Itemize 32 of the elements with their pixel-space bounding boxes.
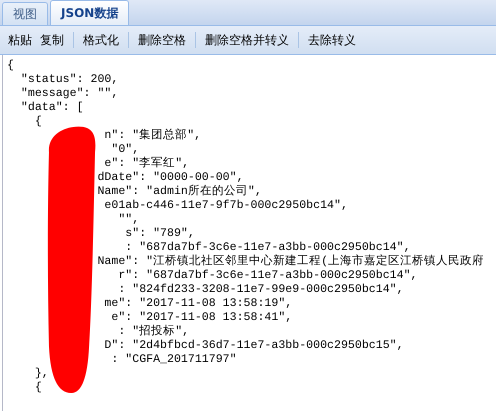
code-line: : "CGFA_201711797" (110, 353, 238, 367)
toolbar-button[interactable]: 删除空格 (134, 32, 190, 48)
toolbar-button[interactable]: 格式化 (79, 32, 123, 48)
code-line: { (7, 59, 15, 73)
code-line: s": "789", (124, 227, 196, 241)
code-line: "", (117, 213, 140, 227)
code-line: Name": "江桥镇北社区邻里中心新建工程(上海市嘉定区江桥镇人民政府 (96, 255, 486, 269)
code-line: { (34, 381, 43, 395)
toolbar-button[interactable]: 复制 (36, 32, 68, 48)
code-line: me": "2017-11-08 13:58:19", (103, 297, 294, 311)
code-line: "0", (110, 143, 140, 157)
code-line: : "824fd233-3208-11e7-99e9-000c2950bc14", (117, 283, 405, 297)
code-line: r": "687da7bf-3c6e-11e7-a3bb-000c2950bc14", (117, 269, 418, 283)
code-line: e": "李军红", (103, 157, 190, 171)
tab[interactable]: JSON数据 (50, 0, 130, 25)
toolbar-button[interactable]: 去除转义 (304, 32, 360, 48)
code-line: e": "2017-11-08 13:58:41", (110, 311, 294, 324)
code-line: "message": "", (20, 87, 120, 101)
toolbar-button[interactable]: 删除空格并转义 (201, 32, 293, 48)
toolbar-button[interactable]: 粘贴 (4, 32, 36, 48)
code-line: "status": 200, (20, 73, 120, 87)
code-line: : "招投标", (117, 325, 190, 339)
code-line: D": "2d4bfbcd-36d7-11e7-a3bb-000c2950bc15", (103, 339, 405, 353)
code-line: n": "集团总部", (103, 129, 202, 143)
code-line: }, (34, 367, 50, 381)
code-line: Name": "admin所在的公司", (96, 185, 263, 199)
code-line: : "687da7bf-3c6e-11e7-a3bb-000c2950bc14", (124, 241, 412, 254)
code-line: e01ab-c446-11e7-9f7b-000c2950bc14", (103, 199, 349, 213)
tab[interactable]: 视图 (2, 2, 48, 25)
code-line: "data": [ (20, 101, 85, 115)
code-line: { (34, 115, 43, 129)
code-line: dDate": "0000-00-00", (96, 171, 245, 184)
